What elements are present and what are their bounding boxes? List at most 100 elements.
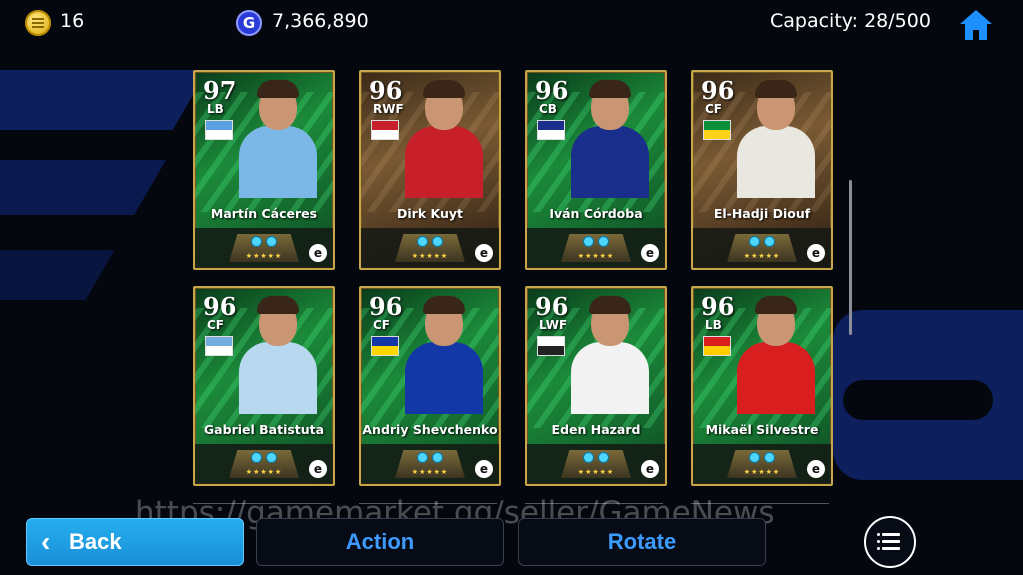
club-badge-icon: [371, 336, 399, 356]
skill-gem-icon: [266, 236, 277, 247]
efootball-logo-icon: e: [475, 460, 493, 478]
home-icon[interactable]: [958, 8, 994, 42]
skill-gem-icon: [432, 452, 443, 463]
card-player-name: Eden Hazard: [551, 422, 641, 437]
background-stripe: [0, 70, 208, 130]
skill-gem-icon: [251, 452, 262, 463]
menu-dot: [877, 540, 880, 543]
player-hair: [755, 296, 797, 314]
card-footer: ★★★★★ e: [195, 444, 333, 484]
background-stripe: [0, 250, 115, 300]
player-kit: [239, 126, 317, 198]
card-rating: 97: [203, 76, 237, 105]
player-kit: [239, 342, 317, 414]
player-kit: [571, 342, 649, 414]
card-stars: ★★★★★: [245, 468, 283, 476]
card-rating: 96: [701, 292, 735, 321]
card-stars: ★★★★★: [743, 252, 781, 260]
efootball-logo-icon: e: [641, 460, 659, 478]
skill-gem-icon: [417, 452, 428, 463]
menu-line: [882, 547, 900, 550]
skill-gem-icon: [251, 236, 262, 247]
player-card-grid: 97 LB Martín Cáceres ★★★★★ e 96 RWF Dirk…: [193, 70, 833, 510]
player-hair: [257, 80, 299, 98]
card-footer: ★★★★★ e: [361, 228, 499, 268]
player-hair: [423, 296, 465, 314]
back-button-label: Back: [69, 529, 122, 554]
club-badge-icon: [537, 336, 565, 356]
efootball-logo-icon: e: [309, 460, 327, 478]
skill-gem-icon: [417, 236, 428, 247]
player-card[interactable]: 96 LWF Eden Hazard ★★★★★ e: [525, 286, 667, 486]
skill-gem-icon: [598, 452, 609, 463]
player-card[interactable]: 96 CB Iván Córdoba ★★★★★ e: [525, 70, 667, 270]
player-card[interactable]: 96 CF Andriy Shevchenko ★★★★★ e: [359, 286, 501, 486]
skill-gem-icon: [764, 236, 775, 247]
menu-dot: [877, 547, 880, 550]
club-badge-icon: [703, 336, 731, 356]
player-image: [235, 80, 321, 198]
skill-gem-icon: [583, 452, 594, 463]
player-card[interactable]: 96 CF El-Hadji Diouf ★★★★★ e: [691, 70, 833, 270]
card-footer: ★★★★★ e: [527, 444, 665, 484]
card-position: LB: [207, 102, 224, 116]
skill-gem-icon: [749, 236, 760, 247]
player-image: [733, 80, 819, 198]
efootball-logo-icon: e: [807, 244, 825, 262]
card-footer: ★★★★★ e: [693, 444, 831, 484]
player-image: [567, 296, 653, 414]
card-footer: ★★★★★ e: [527, 228, 665, 268]
gp-icon: G: [236, 10, 262, 36]
card-player-name: Andriy Shevchenko: [362, 422, 498, 437]
card-stars: ★★★★★: [411, 252, 449, 260]
card-rating: 96: [535, 292, 569, 321]
player-kit: [571, 126, 649, 198]
club-badge-icon: [371, 120, 399, 140]
player-image: [567, 80, 653, 198]
back-button[interactable]: ‹ Back: [26, 518, 244, 566]
card-rating: 96: [369, 76, 403, 105]
chevron-left-icon: ‹: [41, 526, 51, 557]
menu-line: [882, 533, 900, 536]
efootball-logo-icon: e: [309, 244, 327, 262]
card-stars: ★★★★★: [577, 468, 615, 476]
background-shape: [843, 380, 993, 420]
card-position: LB: [705, 318, 722, 332]
card-player-name: Iván Córdoba: [549, 206, 643, 221]
skill-gem-icon: [598, 236, 609, 247]
card-position: CF: [705, 102, 723, 116]
card-rating: 96: [701, 76, 735, 105]
player-image: [733, 296, 819, 414]
skill-gem-icon: [432, 236, 443, 247]
menu-dot: [877, 533, 880, 536]
card-player-name: Mikaël Silvestre: [705, 422, 819, 437]
player-card[interactable]: 96 RWF Dirk Kuyt ★★★★★ e: [359, 70, 501, 270]
scrollbar[interactable]: [849, 180, 852, 335]
skill-gem-icon: [749, 452, 760, 463]
player-image: [235, 296, 321, 414]
player-card[interactable]: 96 LB Mikaël Silvestre ★★★★★ e: [691, 286, 833, 486]
coin-balance: 16: [60, 10, 85, 32]
player-card[interactable]: 96 CF Gabriel Batistuta ★★★★★ e: [193, 286, 335, 486]
gp-balance: 7,366,890: [272, 10, 369, 32]
card-footer: ★★★★★ e: [361, 444, 499, 484]
top-bar: 16 G 7,366,890 Capacity: 28/500: [0, 0, 1023, 46]
skill-gem-icon: [266, 452, 277, 463]
action-button[interactable]: Action: [256, 518, 504, 566]
card-rating: 96: [535, 76, 569, 105]
player-kit: [405, 126, 483, 198]
player-image: [401, 80, 487, 198]
skill-gem-icon: [583, 236, 594, 247]
coin-icon: [25, 10, 51, 36]
menu-list-icon[interactable]: [864, 516, 916, 568]
player-kit: [405, 342, 483, 414]
menu-line: [882, 540, 900, 543]
rotate-button[interactable]: Rotate: [518, 518, 766, 566]
player-hair: [257, 296, 299, 314]
player-hair: [589, 80, 631, 98]
card-position: CF: [373, 318, 391, 332]
capacity-label: Capacity: 28/500: [770, 10, 931, 32]
player-card[interactable]: 97 LB Martín Cáceres ★★★★★ e: [193, 70, 335, 270]
card-player-name: Dirk Kuyt: [397, 206, 463, 221]
player-hair: [755, 80, 797, 98]
